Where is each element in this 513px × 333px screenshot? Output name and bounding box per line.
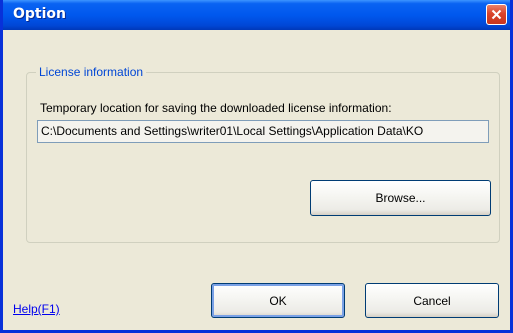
license-information-group: License information Temporary location f… [26,64,500,243]
dialog-body: License information Temporary location f… [3,30,510,330]
close-icon [491,9,502,20]
license-path-field[interactable]: C:\Documents and Settings\writer01\Local… [37,120,489,143]
cancel-button[interactable]: Cancel [365,283,499,318]
group-legend: License information [36,64,147,80]
browse-button-label: Browse... [375,191,426,205]
option-dialog: Option License information Temporary loc… [0,0,513,333]
browse-button[interactable]: Browse... [310,180,491,216]
ok-button[interactable]: OK [211,283,345,318]
help-link[interactable]: Help(F1) [13,302,60,316]
cancel-button-label: Cancel [413,293,451,308]
path-label: Temporary location for saving the downlo… [40,101,392,115]
ok-button-label: OK [269,293,287,308]
title-bar[interactable]: Option [3,0,510,30]
window-title: Option [13,6,66,22]
close-button[interactable] [486,4,507,25]
